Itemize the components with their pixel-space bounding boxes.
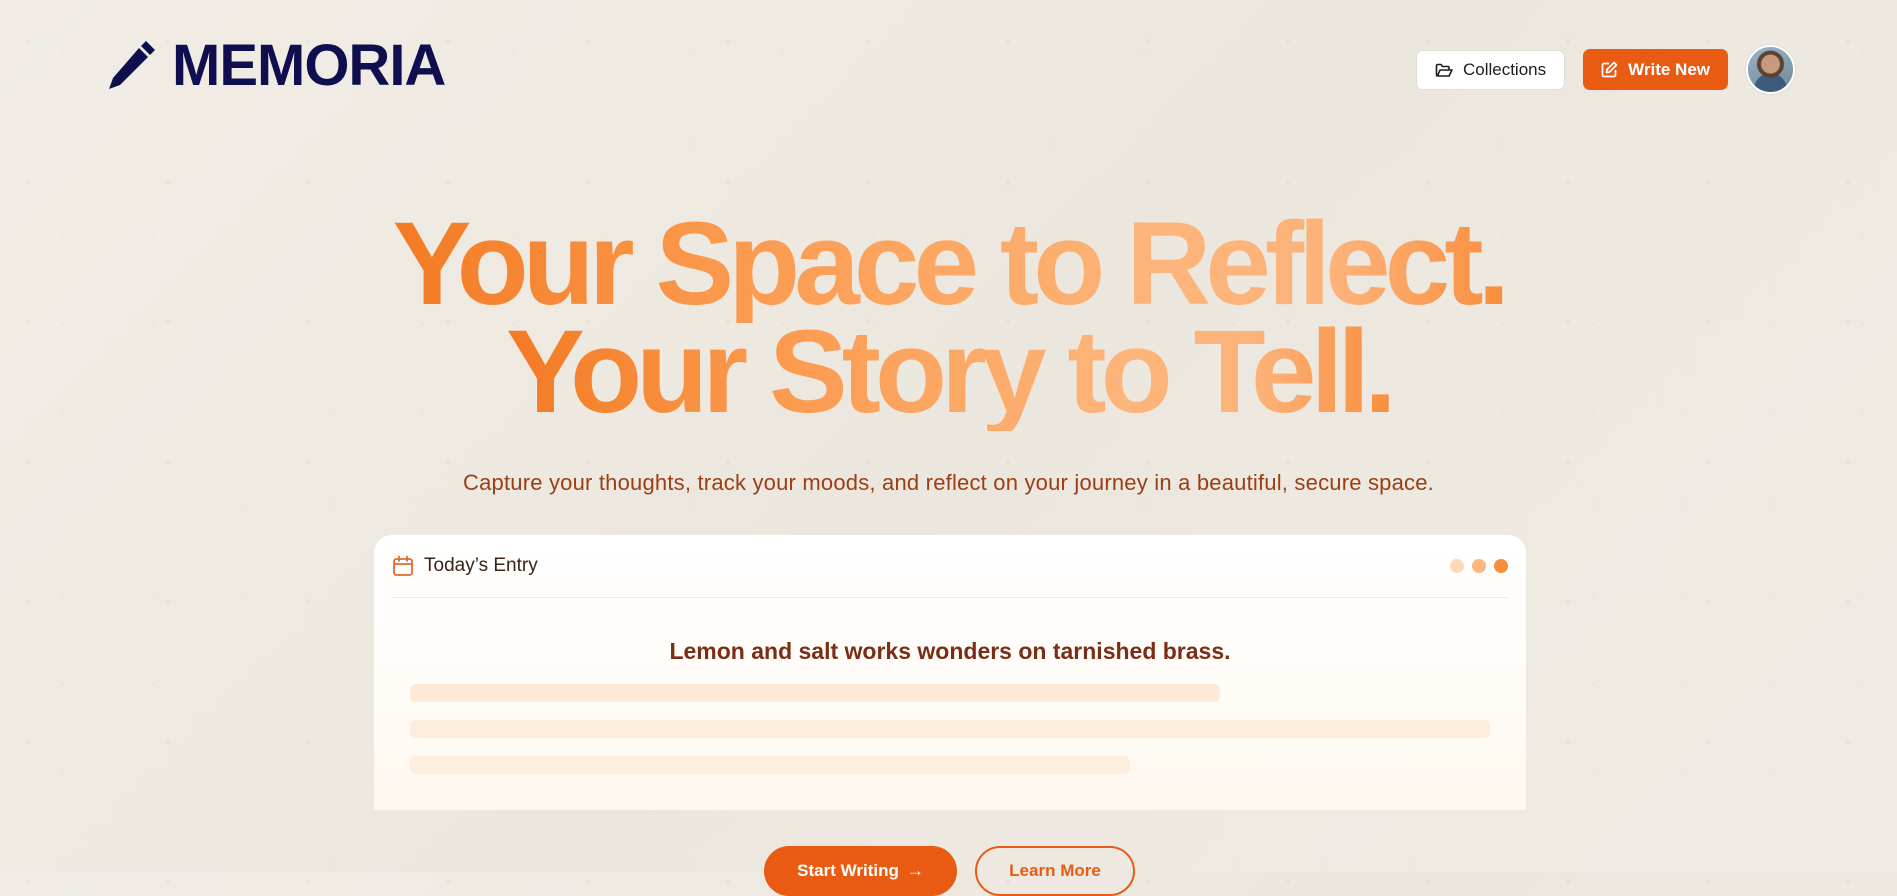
learn-more-label: Learn More [1009, 861, 1101, 880]
edit-icon [1601, 61, 1618, 78]
hero-subtitle: Capture your thoughts, track your moods,… [462, 470, 1434, 495]
folder-icon [1435, 63, 1453, 77]
hero-heading-line2: Your Story to Tell. [506, 306, 1397, 438]
learn-more-button[interactable]: Learn More [975, 846, 1135, 896]
user-avatar[interactable] [1746, 45, 1795, 94]
entry-card[interactable]: Today’s Entry Lemon and salt works wonde… [374, 535, 1526, 810]
dot-dark [1494, 559, 1508, 573]
start-writing-label: Start Writing [797, 861, 899, 880]
entry-card-dots [1450, 559, 1508, 573]
entry-card-title: Today’s Entry [424, 555, 538, 576]
placeholder-line [410, 684, 1220, 702]
arrow-right-icon: → [906, 861, 924, 880]
entry-card-header: Today’s Entry [392, 535, 1508, 598]
entry-quote: Lemon and salt works wonders on tarnishe… [669, 638, 1231, 664]
collections-button[interactable]: Collections [1415, 49, 1566, 90]
pencil-icon [109, 41, 155, 89]
brand-logo[interactable]: MEMORIA [106, 33, 446, 98]
dot-light [1450, 559, 1464, 573]
calendar-icon [393, 555, 413, 576]
write-new-label: Write New [1628, 59, 1710, 79]
top-nav: Collections Write New [1415, 45, 1795, 94]
placeholder-line [410, 756, 1130, 774]
dot-medium [1472, 559, 1486, 573]
start-writing-button[interactable]: Start Writing → [764, 846, 957, 896]
hero-heading-line2-wrap: Your Story to Tell. [0, 313, 1897, 431]
collections-label: Collections [1462, 59, 1547, 79]
write-new-button[interactable]: Write New [1583, 49, 1728, 90]
brand-name: MEMORIA [172, 33, 446, 98]
placeholder-line [410, 720, 1490, 738]
